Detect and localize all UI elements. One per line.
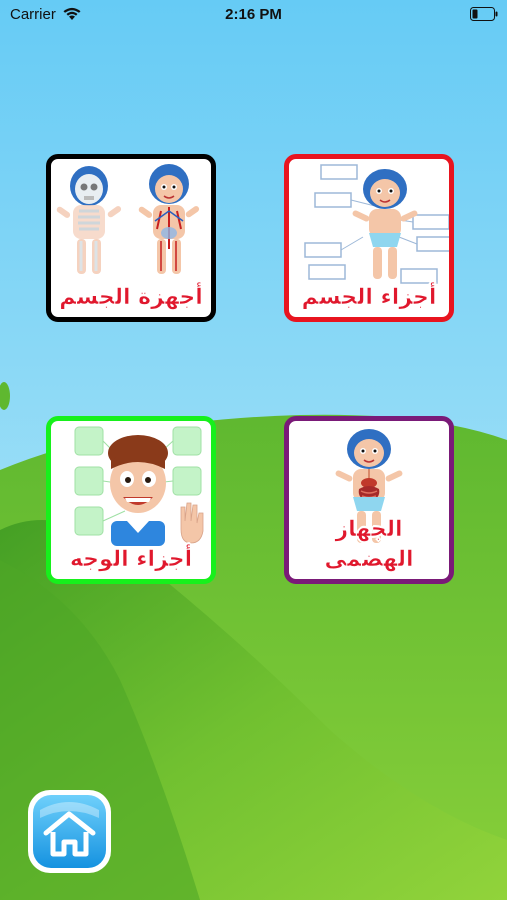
digestive-system-card[interactable]: الجهاز الهضمى xyxy=(284,416,454,584)
home-button[interactable] xyxy=(26,788,113,875)
status-bar: Carrier 2:16 PM xyxy=(0,0,507,30)
card-label: أجهزة الجسم xyxy=(59,285,203,311)
body-systems-card[interactable]: أجهزة الجسم xyxy=(46,154,216,322)
card-label: أجزاء الجسم xyxy=(301,285,437,311)
battery-icon xyxy=(470,7,498,21)
card-label: أجزاء الوجه xyxy=(69,547,193,573)
status-time: 2:16 PM xyxy=(225,6,282,23)
body-parts-card[interactable]: أجزاء الجسم xyxy=(284,154,454,322)
face-parts-illustration xyxy=(74,426,204,546)
body-systems-illustration xyxy=(56,164,200,274)
card-label: الجهاز الهضمى xyxy=(324,517,414,573)
body-parts-illustration xyxy=(304,164,449,284)
face-parts-card[interactable]: أجزاء الوجه xyxy=(46,416,216,584)
